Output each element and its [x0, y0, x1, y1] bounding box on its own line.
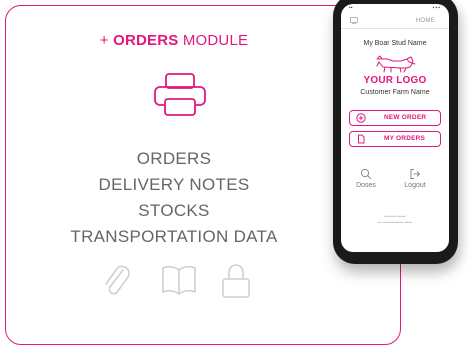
footer-text: ▬▬▬ ▬▬ ▬ ▬▬▬▬▬ ▬▬	[341, 213, 449, 225]
new-order-button[interactable]: NEW ORDER	[349, 110, 441, 126]
status-bar: ▪▪ ▪▪▪	[341, 4, 449, 13]
feature-item: DELIVERY NOTES	[98, 175, 250, 194]
book-icon	[162, 265, 196, 295]
new-order-label: NEW ORDER	[384, 114, 427, 121]
search-icon	[360, 168, 372, 180]
app-topbar: HOME	[341, 14, 449, 29]
home-link[interactable]: HOME	[416, 18, 435, 24]
your-logo-text: YOUR LOGO	[363, 75, 427, 86]
signal-icon: ▪▪▪	[432, 5, 441, 11]
plus-circle-icon	[356, 113, 366, 123]
pig-logo-icon	[376, 55, 416, 73]
doses-label: Doses	[356, 182, 376, 189]
my-orders-label: MY ORDERS	[384, 135, 426, 142]
logout-action[interactable]: Logout	[395, 168, 435, 189]
logout-label: Logout	[404, 182, 426, 189]
bottom-icons	[102, 262, 262, 302]
window-icon[interactable]	[350, 17, 358, 24]
customer-farm-name: Customer Farm Name	[360, 89, 430, 96]
feature-list: ORDERS DELIVERY NOTES STOCKS TRANSPORTAT…	[14, 146, 334, 250]
phone-screen: ▪▪ ▪▪▪ HOME My Boar Stud Name YOUR LOGO …	[341, 4, 449, 252]
document-icon	[358, 134, 365, 144]
footer-line: ▬ ▬▬▬▬▬ ▬▬	[377, 219, 413, 224]
doses-action[interactable]: Doses	[346, 168, 386, 189]
feature-item: STOCKS	[138, 201, 210, 220]
feature-item: ORDERS	[136, 149, 212, 168]
status-time: ▪▪	[349, 5, 353, 11]
printer-icon	[154, 73, 206, 116]
boar-stud-name: My Boar Stud Name	[363, 40, 427, 47]
title-module-name: ORDERS	[113, 32, 179, 49]
feature-item: TRANSPORTATION DATA	[70, 227, 278, 246]
paperclip-icon	[105, 265, 130, 295]
my-orders-button[interactable]: MY ORDERS	[349, 131, 441, 147]
module-title: + ORDERS MODULE	[14, 32, 334, 49]
title-prefix: +	[99, 32, 114, 49]
title-suffix: MODULE	[178, 32, 249, 49]
lock-icon	[222, 264, 250, 298]
logout-icon	[410, 169, 420, 179]
